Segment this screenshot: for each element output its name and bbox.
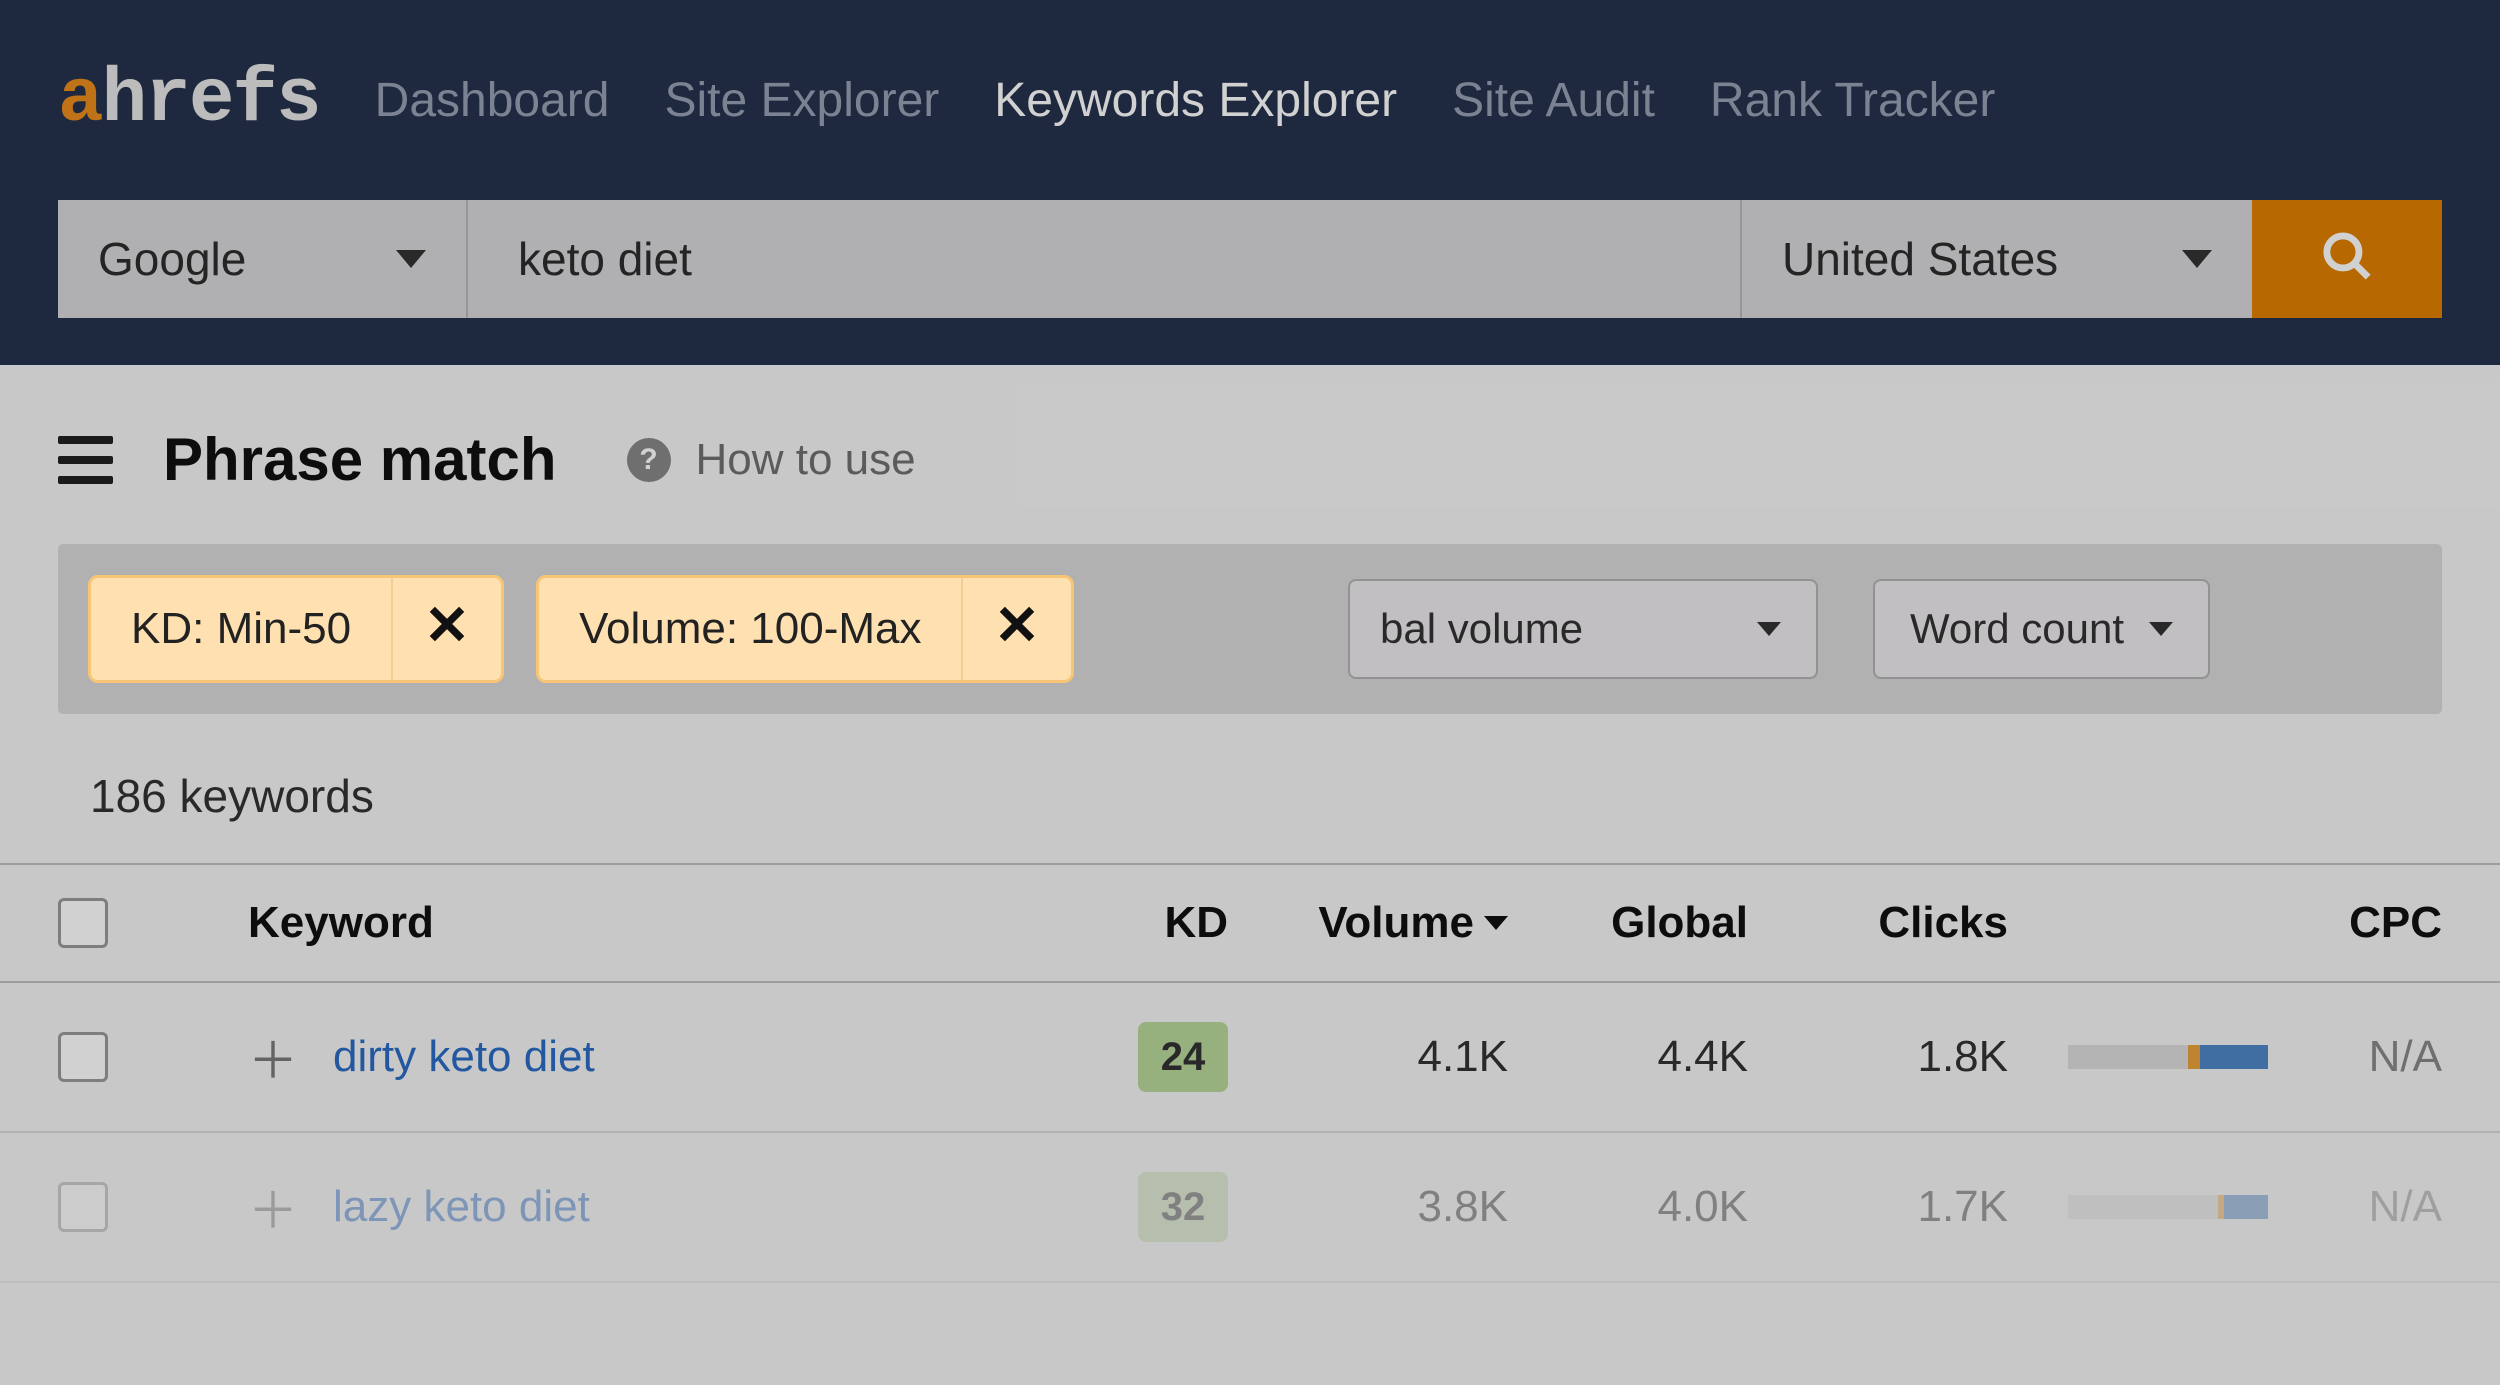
chevron-down-icon <box>2182 250 2212 268</box>
filter-kd-remove[interactable] <box>391 578 501 680</box>
sort-desc-icon <box>1484 916 1508 930</box>
global-value: 4.0K <box>1508 1182 1748 1232</box>
close-icon <box>995 600 1039 658</box>
nav-keywords-explorer[interactable]: Keywords Explorer <box>994 73 1397 128</box>
keyword-link[interactable]: dirty keto diet <box>333 1032 595 1082</box>
how-to-use[interactable]: ? How to use <box>627 435 916 485</box>
chevron-down-icon <box>1757 622 1781 636</box>
keyword-input[interactable]: keto diet <box>468 200 1742 318</box>
search-button[interactable] <box>2252 200 2442 318</box>
search-engine-select[interactable]: Google <box>58 200 468 318</box>
col-clicks[interactable]: Clicks <box>1748 898 2008 948</box>
chevron-down-icon <box>396 250 426 268</box>
nav-dashboard[interactable]: Dashboard <box>375 73 610 128</box>
kd-badge: 32 <box>1138 1172 1228 1242</box>
filter-global-volume[interactable]: bal volume <box>1348 579 1818 679</box>
filter-word-count-label: Word count <box>1910 605 2124 653</box>
nav-site-audit[interactable]: Site Audit <box>1452 73 1655 128</box>
col-volume[interactable]: Volume <box>1228 898 1508 948</box>
filter-bar: KD: Min-50 Volume: 100-Max bal volume Wo… <box>58 544 2442 714</box>
top-nav-bar: a hrefs Dashboard Site Explorer Keywords… <box>0 0 2500 365</box>
nav-rank-tracker[interactable]: Rank Tracker <box>1710 73 1995 128</box>
col-cpc[interactable]: CPC <box>2272 898 2442 948</box>
search-icon <box>2320 229 2375 289</box>
col-keyword[interactable]: Keyword <box>248 898 1048 948</box>
filter-global-volume-label: bal volume <box>1380 605 1583 653</box>
filter-word-count[interactable]: Word count <box>1873 579 2210 679</box>
clicks-value: 1.8K <box>1748 1032 2008 1082</box>
volume-value: 4.1K <box>1228 1032 1508 1082</box>
close-icon <box>425 600 469 658</box>
global-value: 4.4K <box>1508 1032 1748 1082</box>
row-checkbox[interactable] <box>58 1182 108 1232</box>
volume-value: 3.8K <box>1228 1182 1508 1232</box>
select-all-checkbox[interactable] <box>58 898 108 948</box>
country-value: United States <box>1782 232 2058 286</box>
filter-kd-label: KD: Min-50 <box>91 604 391 654</box>
results-table: Keyword KD Volume Global Clicks CPC ＋ di… <box>0 863 2500 1283</box>
result-count: 186 keywords <box>0 714 2500 863</box>
country-select[interactable]: United States <box>1742 200 2252 318</box>
clicks-value: 1.7K <box>1748 1182 2008 1232</box>
table-row: ＋ lazy keto diet 32 3.8K 4.0K 1.7K N/A <box>0 1133 2500 1283</box>
hamburger-icon[interactable] <box>58 436 113 484</box>
logo[interactable]: a hrefs <box>58 57 320 143</box>
row-checkbox[interactable] <box>58 1032 108 1082</box>
search-row: Google keto diet United States <box>58 200 2442 318</box>
clicks-bar <box>2068 1195 2268 1219</box>
logo-rest: hrefs <box>102 57 320 143</box>
cpc-value: N/A <box>2272 1032 2442 1082</box>
cpc-value: N/A <box>2272 1182 2442 1232</box>
filter-volume[interactable]: Volume: 100-Max <box>536 575 1074 683</box>
filter-kd[interactable]: KD: Min-50 <box>88 575 504 683</box>
keyword-input-value: keto diet <box>518 232 692 286</box>
expand-icon[interactable]: ＋ <box>248 1171 298 1243</box>
how-to-use-label: How to use <box>696 435 916 485</box>
col-kd[interactable]: KD <box>1048 898 1228 948</box>
search-engine-value: Google <box>98 232 246 286</box>
question-icon: ? <box>627 438 671 482</box>
table-row: ＋ dirty keto diet 24 4.1K 4.4K 1.8K N/A <box>0 983 2500 1133</box>
chevron-down-icon <box>2149 622 2173 636</box>
logo-a: a <box>58 57 102 143</box>
page-header: Phrase match ? How to use <box>0 365 2500 544</box>
expand-icon[interactable]: ＋ <box>248 1021 298 1093</box>
col-global[interactable]: Global <box>1508 898 1748 948</box>
filter-volume-label: Volume: 100-Max <box>539 604 961 654</box>
keyword-link[interactable]: lazy keto diet <box>333 1182 590 1232</box>
page-title: Phrase match <box>163 425 557 494</box>
kd-badge: 24 <box>1138 1022 1228 1092</box>
table-header: Keyword KD Volume Global Clicks CPC <box>0 863 2500 983</box>
filter-volume-remove[interactable] <box>961 578 1071 680</box>
clicks-bar <box>2068 1045 2268 1069</box>
nav-site-explorer[interactable]: Site Explorer <box>664 73 939 128</box>
